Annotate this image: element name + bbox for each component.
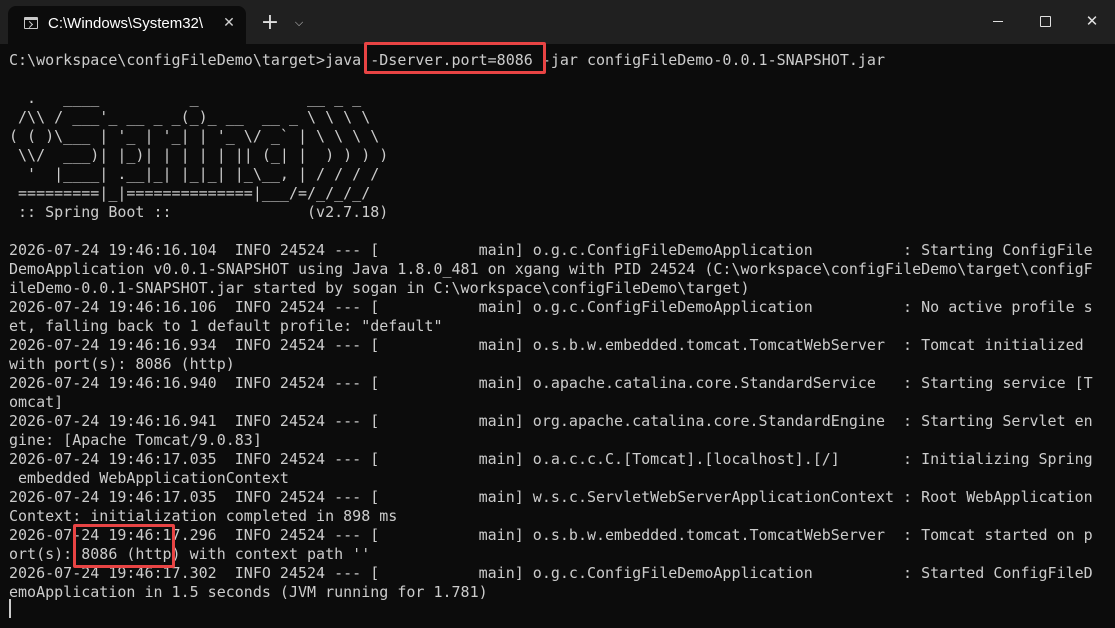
maximize-button[interactable] bbox=[1022, 0, 1068, 44]
log-line: 2026-07-24 19:46:16.934 INFO 24524 --- [… bbox=[9, 336, 1084, 354]
spring-banner-line: =========|_|==============|___/=/_/_/_/ bbox=[9, 184, 371, 202]
new-tab-button[interactable]: + bbox=[258, 12, 282, 36]
terminal-icon bbox=[24, 17, 38, 29]
log-line: embedded WebApplicationContext bbox=[9, 469, 289, 487]
spring-banner-line: ( ( )\___ | '_ | '_| | '_ \/ _` | \ \ \ … bbox=[9, 127, 380, 145]
log-line: 2026-07-24 19:46:16.104 INFO 24524 --- [… bbox=[9, 241, 1093, 259]
spring-banner-line: . ____ _ __ _ _ bbox=[9, 89, 362, 107]
log-line: 2026-07-24 19:46:16.106 INFO 24524 --- [… bbox=[9, 298, 1093, 316]
log-line: ileDemo-0.0.1-SNAPSHOT.jar started by so… bbox=[9, 279, 750, 297]
title-bar: C:\Windows\System32\ ✕ + ⌵ ✕ bbox=[0, 0, 1115, 44]
minimize-button[interactable] bbox=[975, 0, 1021, 44]
log-line: omcat] bbox=[9, 393, 64, 411]
log-line: et, falling back to 1 default profile: "… bbox=[9, 317, 443, 335]
spring-banner-line: /\\ / ___'_ __ _ _(_)_ __ __ _ \ \ \ \ bbox=[9, 108, 371, 126]
log-line: 2026-07-24 19:46:17.035 INFO 24524 --- [… bbox=[9, 488, 1093, 506]
close-button[interactable]: ✕ bbox=[1069, 0, 1115, 44]
log-line: emoApplication in 1.5 seconds (JVM runni… bbox=[9, 583, 488, 601]
port-argument-highlight bbox=[364, 42, 546, 74]
terminal-output[interactable]: C:\workspace\configFileDemo\target>java … bbox=[0, 42, 1115, 628]
log-line: 2026-07-24 19:46:17.035 INFO 24524 --- [… bbox=[9, 450, 1093, 468]
log-line: Context: initialization completed in 898… bbox=[9, 507, 398, 525]
terminal-tab[interactable]: C:\Windows\System32\ ✕ bbox=[8, 6, 246, 44]
spring-boot-version: :: Spring Boot :: (v2.7.18) bbox=[9, 203, 389, 221]
log-line: with port(s): 8086 (http) bbox=[9, 355, 235, 373]
tab-title: C:\Windows\System32\ bbox=[48, 15, 204, 32]
log-line: 2026-07-24 19:46:16.941 INFO 24524 --- [… bbox=[9, 412, 1093, 430]
spring-banner-line: \\/ ___)| |_)| | | | | || (_| | ) ) ) ) bbox=[9, 146, 389, 164]
log-line: ort(s): 8086 (http) with context path '' bbox=[9, 545, 371, 563]
chevron-down-icon[interactable]: ⌵ bbox=[290, 14, 308, 32]
log-line: DemoApplication v0.0.1-SNAPSHOT using Ja… bbox=[9, 260, 1093, 278]
log-line: gine: [Apache Tomcat/9.0.83] bbox=[9, 431, 262, 449]
port-value-highlight bbox=[73, 524, 175, 568]
log-line: 2026-07-24 19:46:16.940 INFO 24524 --- [… bbox=[9, 374, 1093, 392]
text-cursor bbox=[9, 599, 11, 618]
tab-close-icon[interactable]: ✕ bbox=[220, 14, 238, 32]
spring-banner-line: ' |____| .__|_| |_|_| |_\__, | / / / / bbox=[9, 165, 380, 183]
